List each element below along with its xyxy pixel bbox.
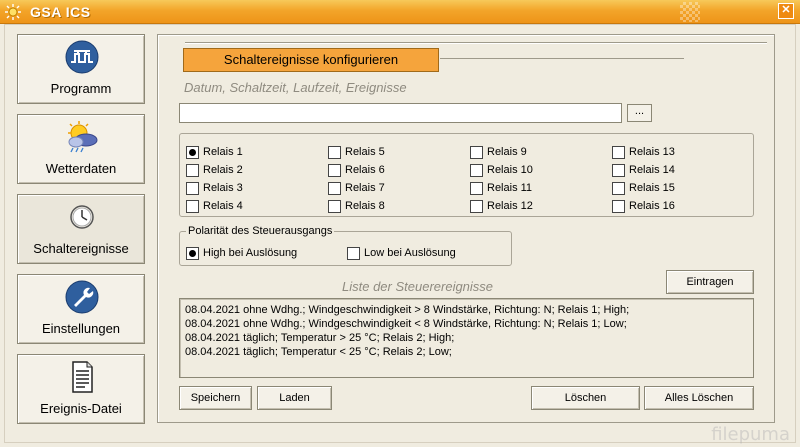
titlebar-decoration — [680, 2, 700, 22]
checkbox-box[interactable] — [328, 181, 341, 195]
checkbox-box[interactable] — [612, 181, 625, 195]
list-item[interactable]: 08.04.2021 täglich; Temperatur < 25 °C; … — [185, 345, 748, 359]
checkbox-label: Relais 6 — [345, 164, 385, 176]
event-input[interactable] — [179, 103, 622, 123]
eintragen-button[interactable]: Eintragen — [666, 270, 754, 294]
checkbox-label: Relais 13 — [629, 146, 675, 158]
relay-checkbox-6[interactable]: Relais 6 — [328, 163, 385, 177]
relay-checkbox-5[interactable]: Relais 5 — [328, 145, 385, 159]
checkbox-label: Relais 3 — [203, 182, 243, 194]
checkbox-box[interactable] — [328, 163, 341, 177]
checkbox-box[interactable] — [470, 163, 483, 177]
checkbox-box[interactable] — [328, 145, 341, 159]
checkbox-box[interactable] — [470, 145, 483, 159]
checkbox-label: Relais 14 — [629, 164, 675, 176]
speichern-button[interactable]: Speichern — [179, 386, 252, 410]
nav-schaltereignisse-button[interactable]: Schaltereignisse — [17, 194, 145, 264]
checkbox-label: Relais 11 — [487, 182, 533, 194]
relay-checkbox-8[interactable]: Relais 8 — [328, 199, 385, 213]
laden-button[interactable]: Laden — [257, 386, 332, 410]
checkbox-box[interactable] — [186, 145, 199, 159]
checkbox-label: Relais 7 — [345, 182, 385, 194]
polarity-legend: Polarität des Steuerausgangs — [186, 225, 335, 237]
checkbox-label: Relais 16 — [629, 200, 675, 212]
nav-programm-button[interactable]: Programm — [17, 34, 145, 104]
settings-icon — [65, 280, 99, 314]
checkbox-label: Relais 5 — [345, 146, 385, 158]
checkbox-box[interactable] — [186, 181, 199, 195]
checkbox-label: Relais 9 — [487, 146, 527, 158]
relay-checkbox-3[interactable]: Relais 3 — [186, 181, 243, 195]
relay-checkbox-11[interactable]: Relais 11 — [470, 181, 532, 195]
clock-icon — [70, 205, 94, 229]
window-title: GSA ICS — [30, 4, 91, 20]
section-header: Schaltereignisse konfigurieren — [183, 48, 439, 72]
checkbox-box[interactable] — [186, 163, 199, 177]
nav-einstellungen-button[interactable]: Einstellungen — [17, 274, 145, 344]
weather-icon — [68, 121, 98, 153]
relay-checkbox-14[interactable]: Relais 14 — [612, 163, 675, 177]
relay-checkbox-7[interactable]: Relais 7 — [328, 181, 385, 195]
checkbox-label: Relais 15 — [629, 182, 675, 194]
checkbox-box[interactable] — [612, 145, 625, 159]
checkbox-box[interactable] — [612, 199, 625, 213]
nav-label: Wetterdaten — [45, 161, 117, 176]
checkbox-label: High bei Auslösung — [203, 247, 298, 259]
relay-checkbox-12[interactable]: Relais 12 — [470, 199, 533, 213]
polarity-high-checkbox[interactable]: High bei Auslösung — [186, 246, 297, 260]
nav-label: Programm — [50, 81, 112, 96]
checkbox-label: Relais 12 — [487, 200, 533, 212]
relay-checkbox-15[interactable]: Relais 15 — [612, 181, 675, 195]
polarity-low-checkbox[interactable]: Low bei Auslösung — [347, 246, 456, 260]
loeschen-button[interactable]: Löschen — [531, 386, 640, 410]
relay-checkbox-10[interactable]: Relais 10 — [470, 163, 533, 177]
app-sun-icon — [5, 4, 21, 20]
relay-checkbox-9[interactable]: Relais 9 — [470, 145, 527, 159]
watermark: filepuma — [711, 424, 790, 445]
relay-checkbox-13[interactable]: Relais 13 — [612, 145, 675, 159]
relay-checkbox-1[interactable]: Relais 1 — [186, 145, 243, 159]
checkbox-box[interactable] — [347, 246, 360, 260]
checkbox-box[interactable] — [470, 199, 483, 213]
event-list[interactable]: 08.04.2021 ohne Wdhg.; Windgeschwindigke… — [179, 298, 754, 378]
list-item[interactable]: 08.04.2021 täglich; Temperatur > 25 °C; … — [185, 331, 748, 345]
checkbox-label: Relais 2 — [203, 164, 243, 176]
title-bar: GSA ICS ✕ — [0, 0, 800, 24]
list-item[interactable]: 08.04.2021 ohne Wdhg.; Windgeschwindigke… — [185, 303, 748, 317]
checkbox-box[interactable] — [186, 246, 199, 260]
nav-wetterdaten-button[interactable]: Wetterdaten — [17, 114, 145, 184]
panel-divider — [185, 42, 767, 44]
checkbox-label: Low bei Auslösung — [364, 247, 456, 259]
checkbox-box[interactable] — [186, 199, 199, 213]
checkbox-label: Relais 4 — [203, 200, 243, 212]
nav-label: Ereignis-Datei — [40, 401, 122, 416]
checkbox-box[interactable] — [328, 199, 341, 213]
document-icon — [72, 361, 93, 393]
event-section-title: Datum, Schaltzeit, Laufzeit, Ereignisse — [184, 80, 407, 95]
nav-ereignis-datei-button[interactable]: Ereignis-Datei — [17, 354, 145, 424]
checkbox-label: Relais 8 — [345, 200, 385, 212]
program-icon — [65, 40, 99, 74]
checkbox-box[interactable] — [612, 163, 625, 177]
list-title: Liste der Steuerereignisse — [342, 279, 494, 294]
relay-checkbox-2[interactable]: Relais 2 — [186, 163, 243, 177]
list-item[interactable]: 08.04.2021 ohne Wdhg.; Windgeschwindigke… — [185, 317, 748, 331]
nav-label: Schaltereignisse — [33, 241, 129, 256]
checkbox-box[interactable] — [470, 181, 483, 195]
checkbox-label: Relais 10 — [487, 164, 533, 176]
checkbox-label: Relais 1 — [203, 146, 243, 158]
relay-checkbox-4[interactable]: Relais 4 — [186, 199, 243, 213]
close-button[interactable]: ✕ — [778, 3, 794, 19]
browse-button[interactable]: ... — [627, 104, 652, 122]
nav-label: Einstellungen — [41, 321, 121, 336]
relay-checkbox-16[interactable]: Relais 16 — [612, 199, 675, 213]
alles-loeschen-button[interactable]: Alles Löschen — [644, 386, 754, 410]
header-rule — [440, 58, 684, 59]
